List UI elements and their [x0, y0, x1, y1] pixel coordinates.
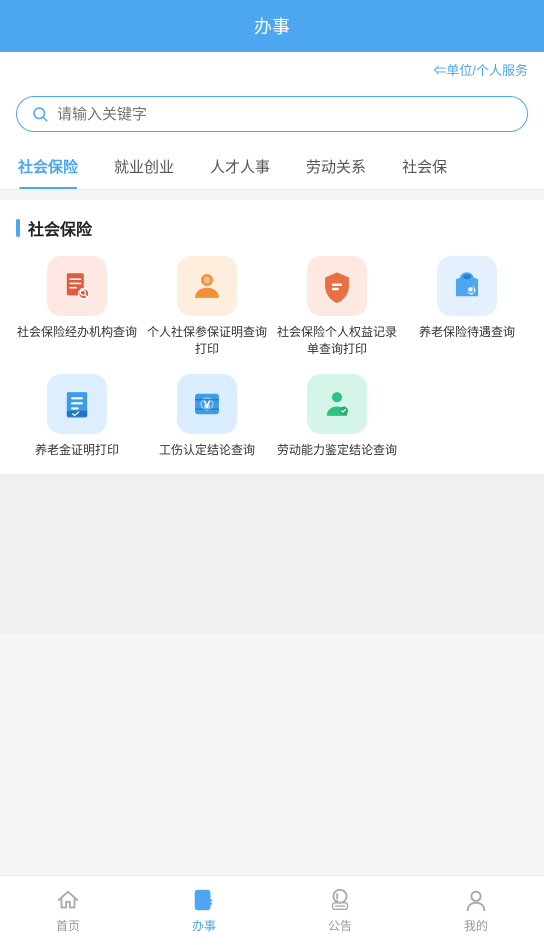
- nav-item-mine[interactable]: 我的: [408, 887, 544, 934]
- social-insurance-section: 社会保险 社会保险经办机构查询: [0, 200, 544, 474]
- shield-orange-icon: [320, 269, 354, 303]
- service-link-bar: ⇐单位/个人服务: [0, 52, 544, 88]
- notice-icon: [327, 887, 353, 913]
- search-doc-red-icon: [60, 269, 94, 303]
- bottom-nav: 首页 办事 公告 我的: [0, 875, 544, 945]
- nav-item-work[interactable]: 办事: [136, 887, 272, 934]
- grid-label-injury-query: 工伤认定结论查询: [159, 442, 255, 459]
- home-icon: [55, 887, 81, 913]
- grid-item-pension-print[interactable]: 养老金证明打印: [16, 374, 138, 459]
- person-orange-icon: [190, 269, 224, 303]
- icon-box-agency-query: [47, 256, 107, 316]
- icon-box-pension-query: [437, 256, 497, 316]
- grid-item-agency-query[interactable]: 社会保险经办机构查询: [16, 256, 138, 358]
- icon-box-rights-record: [307, 256, 367, 316]
- icon-box-injury-query: ¥: [177, 374, 237, 434]
- search-input-wrapper[interactable]: [16, 96, 528, 132]
- grid-item-pension-query[interactable]: 养老保险待遇查询: [406, 256, 528, 358]
- nav-label-notice: 公告: [328, 917, 352, 934]
- tab-labor[interactable]: 劳动关系: [288, 144, 384, 189]
- grid-item-ability-query[interactable]: 劳动能力鉴定结论查询: [276, 374, 398, 459]
- icon-box-personal-cert: [177, 256, 237, 316]
- section-title-bar: [16, 219, 20, 237]
- search-icon: [31, 105, 49, 123]
- tab-employment[interactable]: 就业创业: [96, 144, 192, 189]
- grid-label-personal-cert: 个人社保参保证明查询打印: [146, 324, 268, 358]
- grid-label-rights-record: 社会保险个人权益记录单查询打印: [276, 324, 398, 358]
- icon-box-pension-print: [47, 374, 107, 434]
- section-title-row: 社会保险: [16, 216, 528, 240]
- grid-item-rights-record[interactable]: 社会保险个人权益记录单查询打印: [276, 256, 398, 358]
- nav-label-home: 首页: [56, 917, 80, 934]
- bag-blue-icon: [450, 269, 484, 303]
- tab-social-insurance[interactable]: 社会保险: [0, 144, 96, 189]
- money-blue-icon: ¥: [190, 387, 224, 421]
- search-bar: [0, 88, 544, 144]
- nav-label-work: 办事: [192, 917, 216, 934]
- doc-blue-icon: [60, 387, 94, 421]
- tab-talent[interactable]: 人才人事: [192, 144, 288, 189]
- user-icon: [463, 887, 489, 913]
- search-input[interactable]: [57, 106, 513, 123]
- icon-box-ability-query: [307, 374, 367, 434]
- grid-label-ability-query: 劳动能力鉴定结论查询: [277, 442, 397, 459]
- nav-item-home[interactable]: 首页: [0, 887, 136, 934]
- tabs-bar: 社会保险 就业创业 人才人事 劳动关系 社会保: [0, 144, 544, 190]
- header-title: 办事: [254, 13, 290, 39]
- grid-item-injury-query[interactable]: ¥ 工伤认定结论查询: [146, 374, 268, 459]
- service-grid: 社会保险经办机构查询 个人社保参保证明查询打印: [16, 256, 528, 458]
- tab-society[interactable]: 社会保: [384, 144, 465, 189]
- nav-item-notice[interactable]: 公告: [272, 887, 408, 934]
- section-title: 社会保险: [28, 216, 92, 240]
- grid-item-personal-cert[interactable]: 个人社保参保证明查询打印: [146, 256, 268, 358]
- unit-personal-service-link[interactable]: ⇐单位/个人服务: [433, 63, 528, 78]
- grid-label-agency-query: 社会保险经办机构查询: [17, 324, 137, 341]
- grid-label-pension-query: 养老保险待遇查询: [419, 324, 515, 341]
- person-green-icon: [320, 387, 354, 421]
- grid-label-pension-print: 养老金证明打印: [35, 442, 119, 459]
- header: 办事: [0, 0, 544, 52]
- edit-icon: [191, 887, 217, 913]
- nav-label-mine: 我的: [464, 917, 488, 934]
- grey-spacer: [0, 474, 544, 634]
